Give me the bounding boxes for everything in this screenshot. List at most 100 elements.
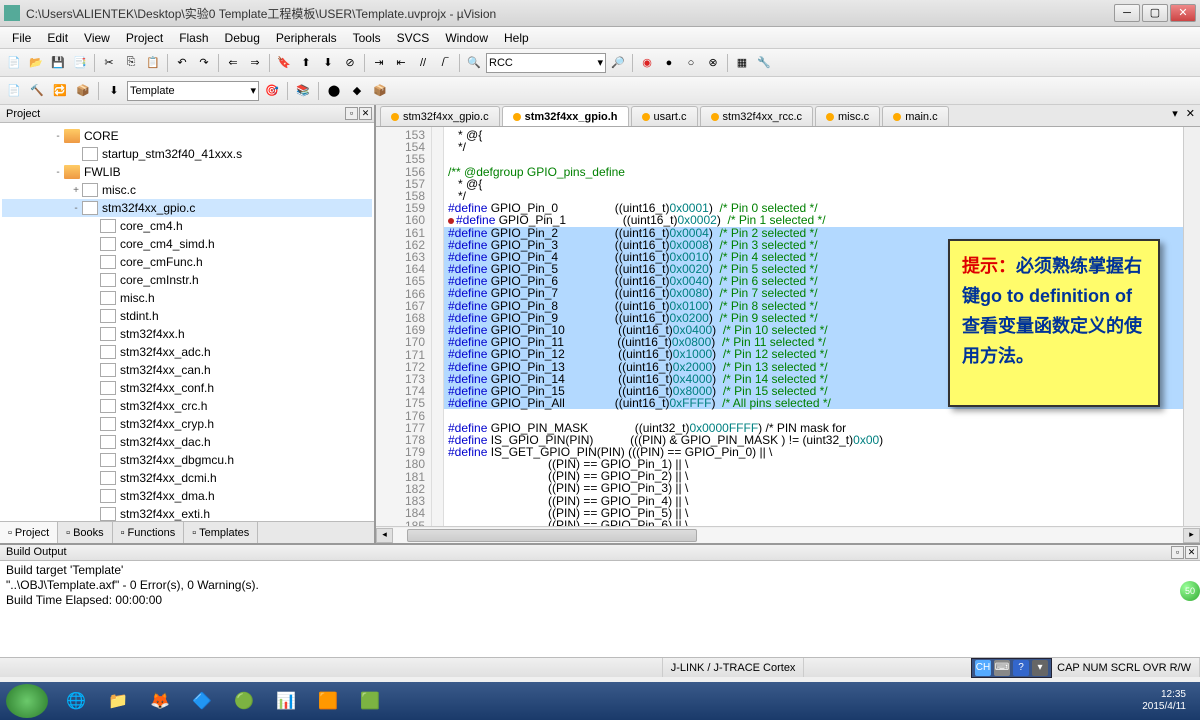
panel-tab-templates[interactable]: ▫Templates bbox=[184, 522, 258, 543]
panel-tab-project[interactable]: ▫Project bbox=[0, 522, 58, 543]
panel-tab-functions[interactable]: ▫Functions bbox=[113, 522, 185, 543]
find-combo[interactable]: RCC▾ bbox=[486, 53, 606, 73]
win-layout-button[interactable]: ▦ bbox=[732, 53, 752, 73]
file-tab[interactable]: stm32f4xx_rcc.c bbox=[700, 106, 813, 126]
menu-view[interactable]: View bbox=[76, 29, 118, 47]
debug-button[interactable]: ◉ bbox=[637, 53, 657, 73]
menu-edit[interactable]: Edit bbox=[39, 29, 76, 47]
tree-item[interactable]: core_cmFunc.h bbox=[2, 253, 372, 271]
hscroll-left-button[interactable]: ◂ bbox=[376, 528, 393, 543]
cut-button[interactable]: ✂ bbox=[99, 53, 119, 73]
tree-item[interactable]: -stm32f4xx_gpio.c bbox=[2, 199, 372, 217]
tree-item[interactable]: stm32f4xx_adc.h bbox=[2, 343, 372, 361]
tree-item[interactable]: core_cm4_simd.h bbox=[2, 235, 372, 253]
editor-vscroll[interactable] bbox=[1183, 127, 1200, 526]
tree-item[interactable]: stm32f4xx_can.h bbox=[2, 361, 372, 379]
outdent-button[interactable]: ⇤ bbox=[391, 53, 411, 73]
indent-button[interactable]: ⇥ bbox=[369, 53, 389, 73]
taskbar-app-5[interactable]: 🟢 bbox=[224, 685, 264, 717]
comment-button[interactable]: // bbox=[413, 53, 433, 73]
find-scope-button[interactable]: 🔎 bbox=[608, 53, 628, 73]
tree-item[interactable]: +misc.c bbox=[2, 181, 372, 199]
file-tab[interactable]: usart.c bbox=[631, 106, 698, 126]
hscroll-right-button[interactable]: ▸ bbox=[1183, 528, 1200, 543]
target-combo[interactable]: Template▾ bbox=[127, 81, 259, 101]
nav-back-button[interactable]: ⇐ bbox=[223, 53, 243, 73]
fold-column[interactable] bbox=[432, 127, 444, 526]
target-options-button[interactable]: 🎯 bbox=[262, 81, 282, 101]
tree-item[interactable]: stm32f4xx_dcmi.h bbox=[2, 469, 372, 487]
panel-tab-books[interactable]: ▫Books bbox=[58, 522, 112, 543]
menu-debug[interactable]: Debug bbox=[217, 29, 268, 47]
tree-item[interactable]: -FWLIB bbox=[2, 163, 372, 181]
system-tray[interactable]: 12:352015/4/11 bbox=[1134, 687, 1194, 715]
pack-button1[interactable]: ⬤ bbox=[324, 81, 344, 101]
ime-help-icon[interactable]: ? bbox=[1013, 660, 1029, 676]
bp-kill-button[interactable]: ⊗ bbox=[703, 53, 723, 73]
taskbar-app-8[interactable]: 🟩 bbox=[350, 685, 390, 717]
build-output-text[interactable]: Build target 'Template'"..\OBJ\Template.… bbox=[0, 561, 1200, 657]
nav-fwd-button[interactable]: ⇒ bbox=[245, 53, 265, 73]
find-button[interactable]: 🔍 bbox=[464, 53, 484, 73]
taskbar-app-4[interactable]: 🔷 bbox=[182, 685, 222, 717]
config-button[interactable]: 🔧 bbox=[754, 53, 774, 73]
menu-tools[interactable]: Tools bbox=[345, 29, 389, 47]
ime-mode-icon[interactable]: ⌨ bbox=[994, 660, 1010, 676]
copy-button[interactable]: ⎘ bbox=[121, 53, 141, 73]
manage-button[interactable]: 📚 bbox=[293, 81, 313, 101]
build-pin-button[interactable]: ▫ bbox=[1171, 546, 1184, 559]
start-button[interactable] bbox=[6, 684, 48, 718]
batch-build-button[interactable]: 📦 bbox=[73, 81, 93, 101]
menu-file[interactable]: File bbox=[4, 29, 39, 47]
taskbar-app-7[interactable]: 🟧 bbox=[308, 685, 348, 717]
tree-item[interactable]: core_cm4.h bbox=[2, 217, 372, 235]
pack-button3[interactable]: 📦 bbox=[370, 81, 390, 101]
bp-enable-button[interactable]: ○ bbox=[681, 53, 701, 73]
panel-pin-button[interactable]: ▫ bbox=[345, 107, 358, 120]
save-button[interactable]: 💾 bbox=[48, 53, 68, 73]
ime-opt-icon[interactable]: ▾ bbox=[1032, 660, 1048, 676]
download-button[interactable]: ⬇ bbox=[104, 81, 124, 101]
file-tab[interactable]: stm32f4xx_gpio.c bbox=[380, 106, 500, 126]
tree-item[interactable]: startup_stm32f40_41xxx.s bbox=[2, 145, 372, 163]
bm-clear-button[interactable]: ⊘ bbox=[340, 53, 360, 73]
taskbar-app-6[interactable]: 📊 bbox=[266, 685, 306, 717]
file-tab[interactable]: misc.c bbox=[815, 106, 880, 126]
taskbar-app-1[interactable]: 🌐 bbox=[56, 685, 96, 717]
close-button[interactable]: ✕ bbox=[1170, 4, 1196, 22]
tree-item[interactable]: stm32f4xx_dma.h bbox=[2, 487, 372, 505]
redo-button[interactable]: ↷ bbox=[194, 53, 214, 73]
menu-project[interactable]: Project bbox=[118, 29, 171, 47]
maximize-button[interactable]: ▢ bbox=[1142, 4, 1168, 22]
open-button[interactable]: 📂 bbox=[26, 53, 46, 73]
translate-button[interactable]: 📄 bbox=[4, 81, 24, 101]
windows-taskbar[interactable]: 🌐 📁 🦊 🔷 🟢 📊 🟧 🟩 12:352015/4/11 bbox=[0, 682, 1200, 720]
tree-item[interactable]: -CORE bbox=[2, 127, 372, 145]
tab-dropdown-button[interactable]: ▾ bbox=[1169, 107, 1181, 120]
pack-button2[interactable]: ◆ bbox=[347, 81, 367, 101]
tree-item[interactable]: stdint.h bbox=[2, 307, 372, 325]
menu-window[interactable]: Window bbox=[437, 29, 496, 47]
uncomment-button[interactable]: /‾ bbox=[435, 53, 455, 73]
tree-item[interactable]: stm32f4xx_conf.h bbox=[2, 379, 372, 397]
new-button[interactable]: 📄 bbox=[4, 53, 24, 73]
bm-next-button[interactable]: ⬇ bbox=[318, 53, 338, 73]
file-tab[interactable]: main.c bbox=[882, 106, 948, 126]
undo-button[interactable]: ↶ bbox=[172, 53, 192, 73]
notification-badge[interactable]: 50 bbox=[1180, 581, 1200, 601]
editor-hscroll[interactable]: ◂ ▸ bbox=[376, 526, 1200, 543]
minimize-button[interactable]: ─ bbox=[1114, 4, 1140, 22]
menu-help[interactable]: Help bbox=[496, 29, 537, 47]
bm-prev-button[interactable]: ⬆ bbox=[296, 53, 316, 73]
paste-button[interactable]: 📋 bbox=[143, 53, 163, 73]
tree-item[interactable]: stm32f4xx.h bbox=[2, 325, 372, 343]
ime-toolbar[interactable]: CH ⌨ ? ▾ bbox=[971, 658, 1052, 678]
bookmark-button[interactable]: 🔖 bbox=[274, 53, 294, 73]
build-close-button[interactable]: ✕ bbox=[1185, 546, 1198, 559]
menu-svcs[interactable]: SVCS bbox=[389, 29, 438, 47]
build-button[interactable]: 🔨 bbox=[27, 81, 47, 101]
panel-close-button[interactable]: ✕ bbox=[359, 107, 372, 120]
tree-item[interactable]: stm32f4xx_dac.h bbox=[2, 433, 372, 451]
taskbar-app-3[interactable]: 🦊 bbox=[140, 685, 180, 717]
bp-insert-button[interactable]: ● bbox=[659, 53, 679, 73]
